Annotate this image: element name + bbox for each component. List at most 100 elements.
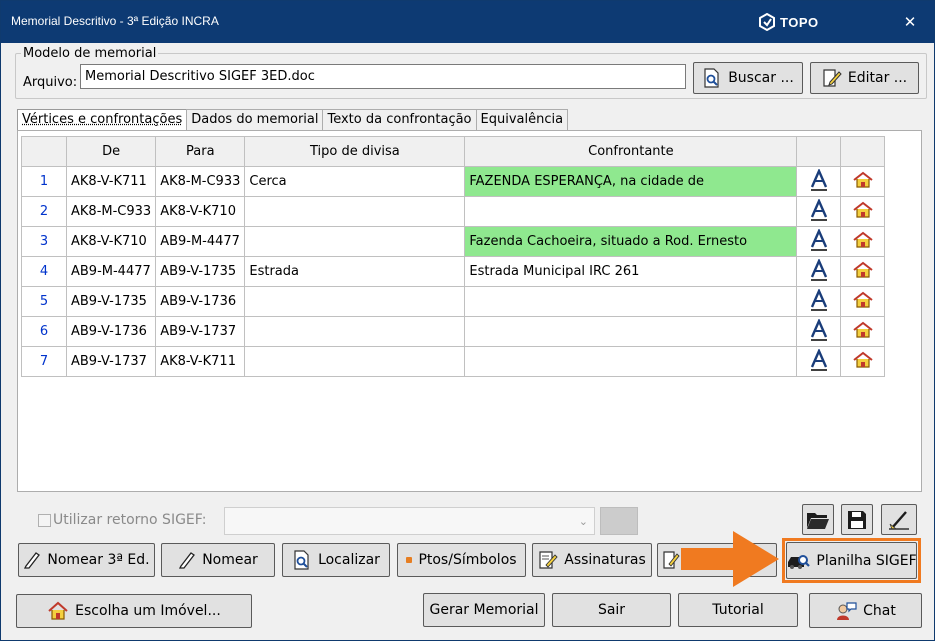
editar-button[interactable]: Editar ... xyxy=(810,62,919,94)
cell-tipo[interactable] xyxy=(244,346,466,377)
pencil-icon xyxy=(179,552,196,569)
row-number[interactable]: 5 xyxy=(21,286,67,317)
cell-tipo[interactable] xyxy=(244,286,466,317)
property-button[interactable] xyxy=(840,346,886,377)
text-style-button[interactable] xyxy=(796,316,842,347)
cell-tipo[interactable] xyxy=(244,316,466,347)
tab-strip: Vértices e confrontações Dados do memori… xyxy=(17,109,569,132)
tutorial-button[interactable]: Tutorial xyxy=(678,593,798,627)
color-swatch[interactable] xyxy=(600,507,638,535)
window-title: Memorial Descritivo - 3ª Edição INCRA xyxy=(11,14,219,28)
property-button[interactable] xyxy=(840,196,886,227)
text-style-button[interactable] xyxy=(796,286,842,317)
table-row[interactable]: 7 AB9-V-1737 AK8-V-K711 xyxy=(21,346,886,377)
cell-de[interactable]: AB9-M-4477 xyxy=(65,256,157,287)
property-button[interactable] xyxy=(840,286,886,317)
cell-tipo[interactable]: Cerca xyxy=(244,166,466,197)
text-style-button[interactable] xyxy=(796,226,842,257)
table-row[interactable]: 2 AK8-M-C933 AK8-V-K710 xyxy=(21,196,886,227)
tab-texto[interactable]: Texto da confrontação xyxy=(322,109,477,131)
cell-para[interactable]: AB9-M-4477 xyxy=(155,226,246,257)
cell-confrontante[interactable]: Estrada Municipal IRC 261 xyxy=(464,256,798,287)
cell-confrontante[interactable] xyxy=(464,346,798,377)
tab-vertices[interactable]: Vértices e confrontações xyxy=(17,109,188,132)
buscar-label: Buscar ... xyxy=(728,70,794,86)
brush-icon xyxy=(889,510,909,530)
row-number[interactable]: 1 xyxy=(21,166,67,197)
header-confrontante[interactable]: Confrontante xyxy=(464,136,798,167)
cell-confrontante[interactable]: FAZENDA ESPERANÇA, na cidade de xyxy=(464,166,798,197)
cell-de[interactable]: AB9-V-1737 xyxy=(65,346,157,377)
nomear-button[interactable]: Nomear xyxy=(161,543,275,577)
nomear-3ed-button[interactable]: Nomear 3ª Ed. xyxy=(18,543,155,577)
table-row[interactable]: 3 AK8-V-K710 AB9-M-4477 Fazenda Cachoeira, … xyxy=(21,226,886,257)
sigef-checkbox-row[interactable]: Utilizar retorno SIGEF: xyxy=(38,512,206,528)
highlight-box xyxy=(782,538,921,583)
cell-para[interactable]: AB9-V-1736 xyxy=(155,286,246,317)
cell-para[interactable]: AB9-V-1735 xyxy=(155,256,246,287)
row-number[interactable]: 6 xyxy=(21,316,67,347)
open-folder-button[interactable] xyxy=(802,504,834,535)
header-tipo[interactable]: Tipo de divisa xyxy=(244,136,466,167)
cell-confrontante[interactable]: Fazenda Cachoeira, situado a Rod. Ernest… xyxy=(464,226,798,257)
cell-confrontante[interactable] xyxy=(464,196,798,227)
tab-equivalencia[interactable]: Equivalência xyxy=(475,109,569,131)
text-style-button[interactable] xyxy=(796,346,842,377)
cell-tipo[interactable] xyxy=(244,226,466,257)
row-number[interactable]: 2 xyxy=(21,196,67,227)
table-row[interactable]: 5 AB9-V-1735 AB9-V-1736 xyxy=(21,286,886,317)
row-number[interactable]: 3 xyxy=(21,226,67,257)
tab-dados[interactable]: Dados do memorial xyxy=(186,109,324,131)
cell-tipo[interactable]: Estrada xyxy=(244,256,466,287)
property-button[interactable] xyxy=(840,166,886,197)
text-style-icon xyxy=(810,227,827,251)
header-para[interactable]: Para xyxy=(155,136,246,167)
cell-de[interactable]: AK8-M-C933 xyxy=(65,196,157,227)
save-button[interactable] xyxy=(841,504,873,535)
close-button[interactable]: ✕ xyxy=(899,11,921,33)
text-style-button[interactable] xyxy=(796,256,842,287)
house-icon xyxy=(853,261,873,278)
sair-button[interactable]: Sair xyxy=(552,593,671,627)
house-icon xyxy=(853,351,873,368)
cell-para[interactable]: AK8-M-C933 xyxy=(155,166,246,197)
row-number[interactable]: 4 xyxy=(21,256,67,287)
localizar-button[interactable]: Localizar xyxy=(282,543,390,577)
cell-para[interactable]: AK8-V-K710 xyxy=(155,196,246,227)
tab-vertices-label: Vértices e confrontações xyxy=(22,112,183,127)
cell-de[interactable]: AK8-V-K710 xyxy=(65,226,157,257)
sigef-combo[interactable]: ⌄ xyxy=(224,507,595,535)
table-row[interactable]: 6 AB9-V-1736 AB9-V-1737 xyxy=(21,316,886,347)
sigef-checkbox[interactable] xyxy=(38,513,51,527)
buscar-button[interactable]: Buscar ... xyxy=(693,62,803,94)
property-button[interactable] xyxy=(840,256,886,287)
house-icon xyxy=(853,231,873,248)
cell-de[interactable]: AB9-V-1735 xyxy=(65,286,157,317)
property-button[interactable] xyxy=(840,316,886,347)
cell-confrontante[interactable] xyxy=(464,286,798,317)
row-number[interactable]: 7 xyxy=(21,346,67,377)
header-de[interactable]: De xyxy=(65,136,157,167)
table-row[interactable]: 4 AB9-M-4477 AB9-V-1735 Estrada Estrada Muni… xyxy=(21,256,886,287)
cell-tipo[interactable] xyxy=(244,196,466,227)
text-style-button[interactable] xyxy=(796,196,842,227)
tutorial-label: Tutorial xyxy=(712,602,764,618)
property-button[interactable] xyxy=(840,226,886,257)
chat-button[interactable]: Chat xyxy=(809,593,922,628)
escolha-imovel-button[interactable]: Escolha um Imóvel... xyxy=(16,594,252,628)
floppy-icon xyxy=(848,510,866,529)
cell-confrontante[interactable] xyxy=(464,316,798,347)
clear-button[interactable] xyxy=(881,504,917,535)
cell-para[interactable]: AB9-V-1737 xyxy=(155,316,246,347)
edit-file-icon xyxy=(823,69,842,87)
ptos-simbolos-button[interactable]: Ptos/Símbolos xyxy=(397,543,526,577)
table-row[interactable]: 1 AK8-V-K711 AK8-M-C933 Cerca FAZENDA ESPERA… xyxy=(21,166,886,197)
cell-de[interactable]: AK8-V-K711 xyxy=(65,166,157,197)
text-style-button[interactable] xyxy=(796,166,842,197)
assinaturas-button[interactable]: Assinaturas xyxy=(532,543,652,577)
cell-para[interactable]: AK8-V-K711 xyxy=(155,346,246,377)
cell-de[interactable]: AB9-V-1736 xyxy=(65,316,157,347)
sair-label: Sair xyxy=(597,602,626,618)
gerar-memorial-button[interactable]: Gerar Memorial xyxy=(423,593,545,627)
file-input[interactable] xyxy=(80,64,686,89)
